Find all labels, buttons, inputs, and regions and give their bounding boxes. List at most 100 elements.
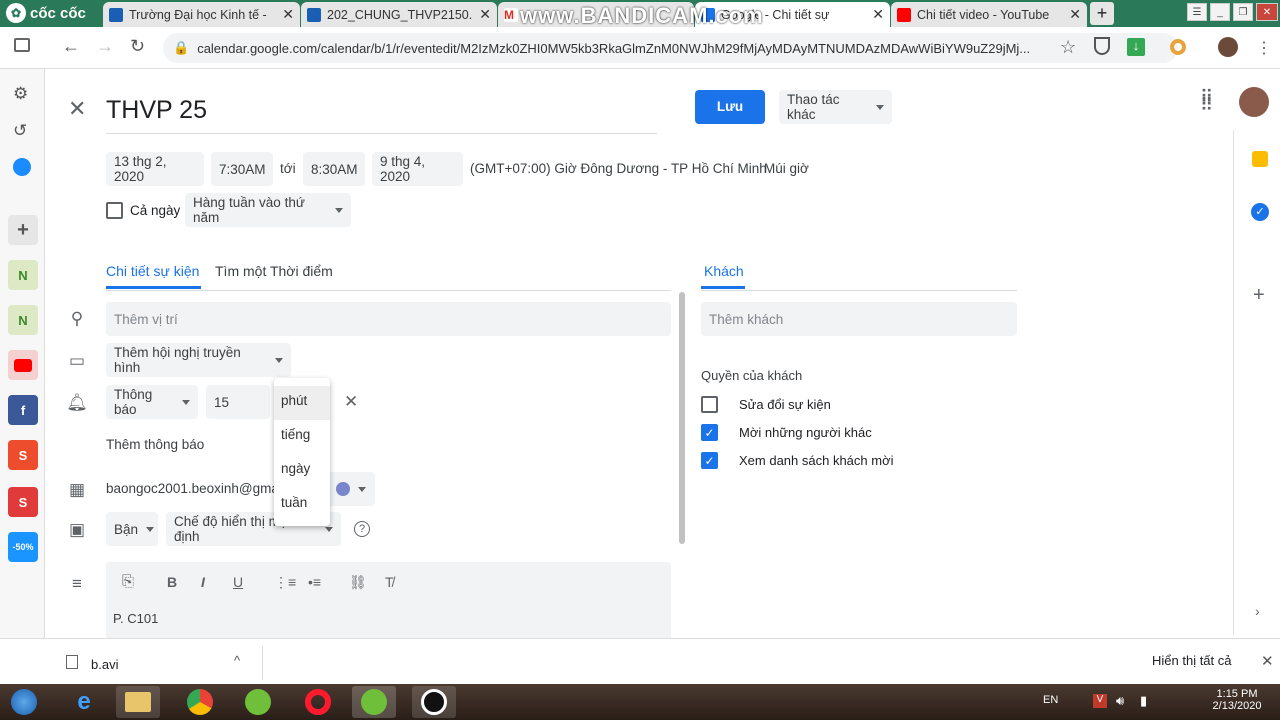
coccoc-taskbar-icon[interactable]	[236, 686, 280, 718]
address-bar[interactable]: 🔒 calendar.google.com/calendar/b/1/r/even…	[163, 33, 1178, 63]
bold-icon[interactable]: B	[167, 574, 177, 590]
attachment-icon[interactable]: ⎘	[122, 573, 134, 590]
chrome-taskbar-icon[interactable]	[178, 686, 222, 718]
keep-icon[interactable]	[1252, 151, 1268, 167]
notes-app-icon[interactable]: N	[8, 260, 38, 290]
window-settings-button[interactable]: ☰	[1187, 3, 1207, 21]
notification-type-select[interactable]: Thông báo	[106, 385, 198, 419]
calendar-owner-text[interactable]: baongoc2001.beoxinh@gma	[106, 481, 279, 496]
chevron-up-icon[interactable]: ^	[234, 653, 240, 668]
help-icon[interactable]: ?	[354, 521, 370, 537]
messenger-icon[interactable]	[13, 158, 31, 176]
download-icon[interactable]: ↓	[1127, 38, 1145, 56]
tray-app-icon[interactable]: V	[1093, 694, 1107, 708]
menu-item-weeks[interactable]: tuần	[274, 488, 330, 522]
browser-tab[interactable]: Trường Đại học Kinh tế - ✕	[103, 2, 300, 27]
clock[interactable]: 1:15 PM 2/13/2020	[1212, 688, 1262, 712]
permission-invite-checkbox[interactable]: ✓	[701, 424, 718, 441]
add-conference-select[interactable]: Thêm hội nghị truyền hình	[106, 343, 291, 377]
shopee-app-icon[interactable]: S	[8, 440, 38, 470]
history-icon[interactable]: ↺	[13, 121, 27, 141]
restore-button[interactable]: ❐	[1233, 3, 1253, 21]
coccoc-active-taskbar-icon[interactable]	[352, 686, 396, 718]
extension-icon[interactable]	[1170, 39, 1186, 55]
close-window-button[interactable]: ✕	[1256, 3, 1278, 21]
event-title-input[interactable]: THVP 25	[106, 96, 657, 134]
facebook-app-icon[interactable]: f	[8, 395, 38, 425]
numbered-list-icon[interactable]: ⋮≡	[274, 574, 296, 591]
language-indicator[interactable]: EN	[1043, 694, 1058, 706]
close-download-bar-icon[interactable]: ✕	[1261, 652, 1274, 670]
location-input[interactable]: Thêm vị trí	[106, 302, 671, 336]
reload-icon[interactable]: ↻	[130, 36, 145, 57]
tasks-icon[interactable]: ✓	[1251, 203, 1269, 221]
link-icon[interactable]: ⛓	[349, 574, 367, 591]
explorer-taskbar-icon[interactable]	[116, 686, 160, 718]
end-time-field[interactable]: 8:30AM	[303, 152, 365, 186]
volume-icon[interactable]: 🔊︎	[1116, 693, 1124, 709]
scrollbar[interactable]	[679, 292, 685, 544]
new-tab-button[interactable]: +	[1090, 2, 1114, 25]
tab-find-time[interactable]: Tìm một Thời điểm	[215, 263, 333, 279]
italic-icon[interactable]: I	[201, 574, 205, 590]
browser-tab[interactable]: 202_CHUNG_THVP2150. ✕	[301, 2, 497, 27]
permission-see-list-checkbox[interactable]: ✓	[701, 452, 718, 469]
sidebar-toggle-icon[interactable]	[14, 38, 30, 52]
all-day-checkbox[interactable]	[106, 202, 123, 219]
network-icon[interactable]: ▮	[1140, 693, 1147, 709]
settings-gear-icon[interactable]: ⚙	[13, 84, 28, 104]
add-addon-icon[interactable]: +	[1253, 284, 1265, 307]
busy-select[interactable]: Bận	[106, 512, 158, 546]
remove-notification-icon[interactable]: ✕	[344, 392, 358, 412]
menu-item-days[interactable]: ngày	[274, 454, 330, 488]
notification-value-input[interactable]: 15	[206, 385, 270, 419]
tab-guests[interactable]: Khách	[704, 263, 744, 279]
notes-app-icon[interactable]: N	[8, 305, 38, 335]
menu-kebab-icon[interactable]: ⋮	[1256, 38, 1272, 58]
start-time-field[interactable]: 7:30AM	[211, 152, 273, 186]
show-all-downloads-link[interactable]: Hiển thị tất cả	[1152, 653, 1232, 668]
close-tab-icon[interactable]: ✕	[479, 6, 491, 23]
download-filename[interactable]: b.avi	[91, 657, 118, 672]
recurrence-select[interactable]: Hàng tuần vào thứ năm	[185, 193, 351, 227]
add-guest-input[interactable]: Thêm khách	[701, 302, 1017, 336]
close-editor-icon[interactable]: ✕	[68, 96, 86, 122]
close-tab-icon[interactable]: ✕	[872, 6, 884, 23]
start-button[interactable]	[2, 686, 46, 718]
timezone-text[interactable]: (GMT+07:00) Giờ Đông Dương - TP Hồ Chí M…	[470, 161, 767, 176]
tiki-app-icon[interactable]: -50%	[8, 532, 38, 562]
clear-format-icon[interactable]: T̸	[385, 574, 394, 590]
minimize-button[interactable]: _	[1210, 3, 1230, 21]
youtube-app-icon[interactable]	[8, 350, 38, 380]
opera-taskbar-icon[interactable]	[296, 686, 340, 718]
tab-event-details[interactable]: Chi tiết sự kiện	[106, 263, 199, 279]
shield-icon[interactable]	[1094, 37, 1110, 55]
bandicam-taskbar-icon[interactable]	[412, 686, 456, 718]
ie-taskbar-icon[interactable]: e	[62, 686, 106, 718]
underline-icon[interactable]: U	[233, 574, 243, 590]
save-button[interactable]: Lưu	[695, 90, 765, 124]
add-sidebar-app-icon[interactable]: +	[8, 215, 38, 245]
description-text[interactable]: P. C101	[113, 611, 158, 626]
profile-avatar[interactable]	[1218, 37, 1238, 57]
add-notification-link[interactable]: Thêm thông báo	[106, 437, 204, 452]
browser-tab[interactable]: Chi tiết video - YouTube ✕	[891, 2, 1087, 27]
bookmark-star-icon[interactable]: ☆	[1060, 37, 1076, 58]
close-tab-icon[interactable]: ✕	[1069, 6, 1081, 23]
close-tab-icon[interactable]: ✕	[282, 6, 294, 23]
back-icon[interactable]: ←	[62, 36, 80, 57]
start-date-field[interactable]: 13 thg 2, 2020	[106, 152, 204, 186]
bulleted-list-icon[interactable]: •≡	[308, 574, 321, 590]
apps-grid-icon[interactable]: ⠿ ⠿	[1200, 88, 1213, 114]
account-avatar[interactable]	[1239, 87, 1269, 117]
forward-icon[interactable]: →	[96, 36, 114, 57]
menu-item-hours[interactable]: tiếng	[274, 420, 330, 454]
more-actions-button[interactable]: Thao tác khác	[779, 90, 892, 124]
sendo-app-icon[interactable]: S	[8, 487, 38, 517]
timezone-link[interactable]: Múi giờ	[764, 161, 809, 176]
expand-panel-icon[interactable]: ›	[1255, 603, 1260, 619]
end-date-field[interactable]: 9 thg 4, 2020	[372, 152, 463, 186]
permission-modify-checkbox[interactable]	[701, 396, 718, 413]
menu-item-minutes[interactable]: phút	[274, 386, 330, 420]
browser-logo[interactable]: ✿ cốc cốc	[6, 3, 86, 23]
